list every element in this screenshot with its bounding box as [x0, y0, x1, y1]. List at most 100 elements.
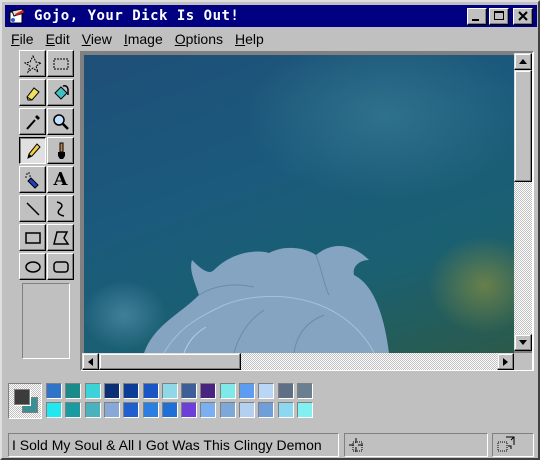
scroll-corner: [514, 353, 532, 370]
menu-bar: File Edit View Image Options Help: [5, 28, 270, 50]
tool-rectangle[interactable]: [19, 224, 46, 251]
palette-swatch[interactable]: [239, 402, 255, 418]
vertical-scroll-thumb[interactable]: [514, 70, 532, 182]
drawing-canvas[interactable]: [84, 55, 514, 353]
current-colors[interactable]: [8, 383, 42, 419]
menu-options-label: ptions: [185, 31, 223, 47]
menu-file-accel: F: [11, 31, 20, 47]
window-controls: [467, 8, 533, 25]
tool-text[interactable]: A: [47, 166, 74, 193]
palette-swatch[interactable]: [181, 383, 198, 399]
menu-edit[interactable]: Edit: [40, 29, 76, 49]
horizontal-scroll-thumb[interactable]: [99, 353, 241, 370]
palette-swatch[interactable]: [103, 383, 120, 399]
palette-swatch[interactable]: [142, 383, 159, 399]
window-title: Gojo, Your Dick Is Out!: [34, 8, 240, 24]
menu-view-accel: V: [81, 31, 91, 47]
menu-help-label: elp: [245, 31, 264, 47]
scroll-up-button[interactable]: [514, 53, 532, 70]
paint-window: Gojo, Your Dick Is Out! File Edit View I…: [0, 0, 540, 460]
status-selection-size: [492, 433, 534, 457]
curve-icon: [56, 200, 64, 217]
palette-swatch[interactable]: [258, 383, 275, 399]
palette-swatch[interactable]: [296, 383, 313, 399]
palette-swatch[interactable]: [296, 402, 313, 418]
tool-rounded-rectangle[interactable]: [47, 253, 74, 280]
palette-swatch[interactable]: [161, 402, 178, 418]
minimize-button[interactable]: [467, 8, 487, 25]
tool-curve[interactable]: [47, 195, 74, 222]
menu-help-accel: H: [235, 31, 246, 47]
tool-line[interactable]: [19, 195, 46, 222]
palette-swatch[interactable]: [277, 383, 294, 399]
text-icon: A: [53, 169, 68, 190]
menu-image[interactable]: Image: [118, 29, 169, 49]
palette-swatch[interactable]: [65, 383, 82, 399]
palette-swatch[interactable]: [200, 402, 217, 418]
palette-swatch[interactable]: [277, 402, 294, 418]
palette-swatch[interactable]: [65, 402, 82, 418]
palette-swatch[interactable]: [103, 402, 120, 418]
maximize-button[interactable]: [489, 8, 509, 25]
menu-help[interactable]: Help: [229, 29, 270, 49]
eyedropper-icon: [25, 114, 40, 130]
palette-swatch[interactable]: [181, 402, 198, 418]
close-icon: [518, 11, 528, 21]
fill-bucket-icon: [53, 84, 69, 100]
menu-edit-label: dit: [54, 31, 70, 47]
pencil-icon: [26, 142, 41, 159]
palette-swatch[interactable]: [219, 402, 236, 418]
palette-swatch[interactable]: [46, 402, 62, 418]
palette-swatch[interactable]: [123, 383, 140, 399]
palette-swatch[interactable]: [84, 383, 101, 399]
paint-app-icon[interactable]: [8, 7, 26, 25]
menu-options-accel: O: [174, 31, 186, 47]
tool-pick-color[interactable]: [19, 108, 46, 135]
menu-file-label: ile: [19, 31, 34, 47]
tool-select[interactable]: [47, 50, 74, 77]
foreground-color-swatch[interactable]: [14, 389, 30, 405]
palette-swatch[interactable]: [200, 383, 217, 399]
scroll-left-button[interactable]: [82, 353, 99, 370]
tool-polygon[interactable]: [47, 224, 74, 251]
line-icon: [25, 201, 40, 216]
arrow-up-icon: [519, 59, 527, 64]
palette-swatch[interactable]: [258, 402, 275, 418]
tool-brush[interactable]: [47, 137, 74, 164]
rounded-rect-icon: [52, 260, 69, 273]
rectangle-icon: [24, 231, 41, 244]
scroll-right-button[interactable]: [497, 353, 514, 370]
tool-eraser[interactable]: [19, 79, 46, 106]
palette-swatch[interactable]: [46, 383, 62, 399]
tool-ellipse[interactable]: [19, 253, 46, 280]
cursor-position-icon: [349, 438, 363, 452]
title-bar[interactable]: Gojo, Your Dick Is Out!: [5, 5, 537, 27]
arrow-down-icon: [519, 340, 527, 345]
menu-image-label: mage: [127, 31, 163, 47]
status-text: I Sold My Soul & All I Got Was This Clin…: [8, 433, 339, 457]
polygon-icon: [52, 230, 69, 245]
horizontal-scrollbar[interactable]: [82, 353, 514, 370]
menu-view[interactable]: View: [76, 29, 118, 49]
palette-swatch[interactable]: [161, 383, 178, 399]
tool-free-form-select[interactable]: [19, 50, 46, 77]
airbrush-icon: [24, 171, 39, 189]
palette-swatch[interactable]: [123, 402, 140, 418]
tool-airbrush[interactable]: [19, 166, 46, 193]
palette-swatch[interactable]: [142, 402, 159, 418]
palette-swatch[interactable]: [239, 383, 255, 399]
ellipse-icon: [24, 260, 41, 273]
palette-swatch[interactable]: [219, 383, 236, 399]
tool-pencil[interactable]: [19, 137, 46, 164]
palette-swatch[interactable]: [84, 402, 101, 418]
menu-options[interactable]: Options: [169, 29, 229, 49]
brush-icon: [57, 142, 65, 159]
close-button[interactable]: [513, 8, 533, 25]
tool-magnifier[interactable]: [47, 108, 74, 135]
tool-fill[interactable]: [47, 79, 74, 106]
scroll-down-button[interactable]: [514, 334, 532, 351]
vertical-scrollbar[interactable]: [514, 53, 532, 351]
canvas-frame: [80, 51, 534, 371]
menu-file[interactable]: File: [5, 29, 40, 49]
tool-options-box[interactable]: [22, 283, 70, 359]
